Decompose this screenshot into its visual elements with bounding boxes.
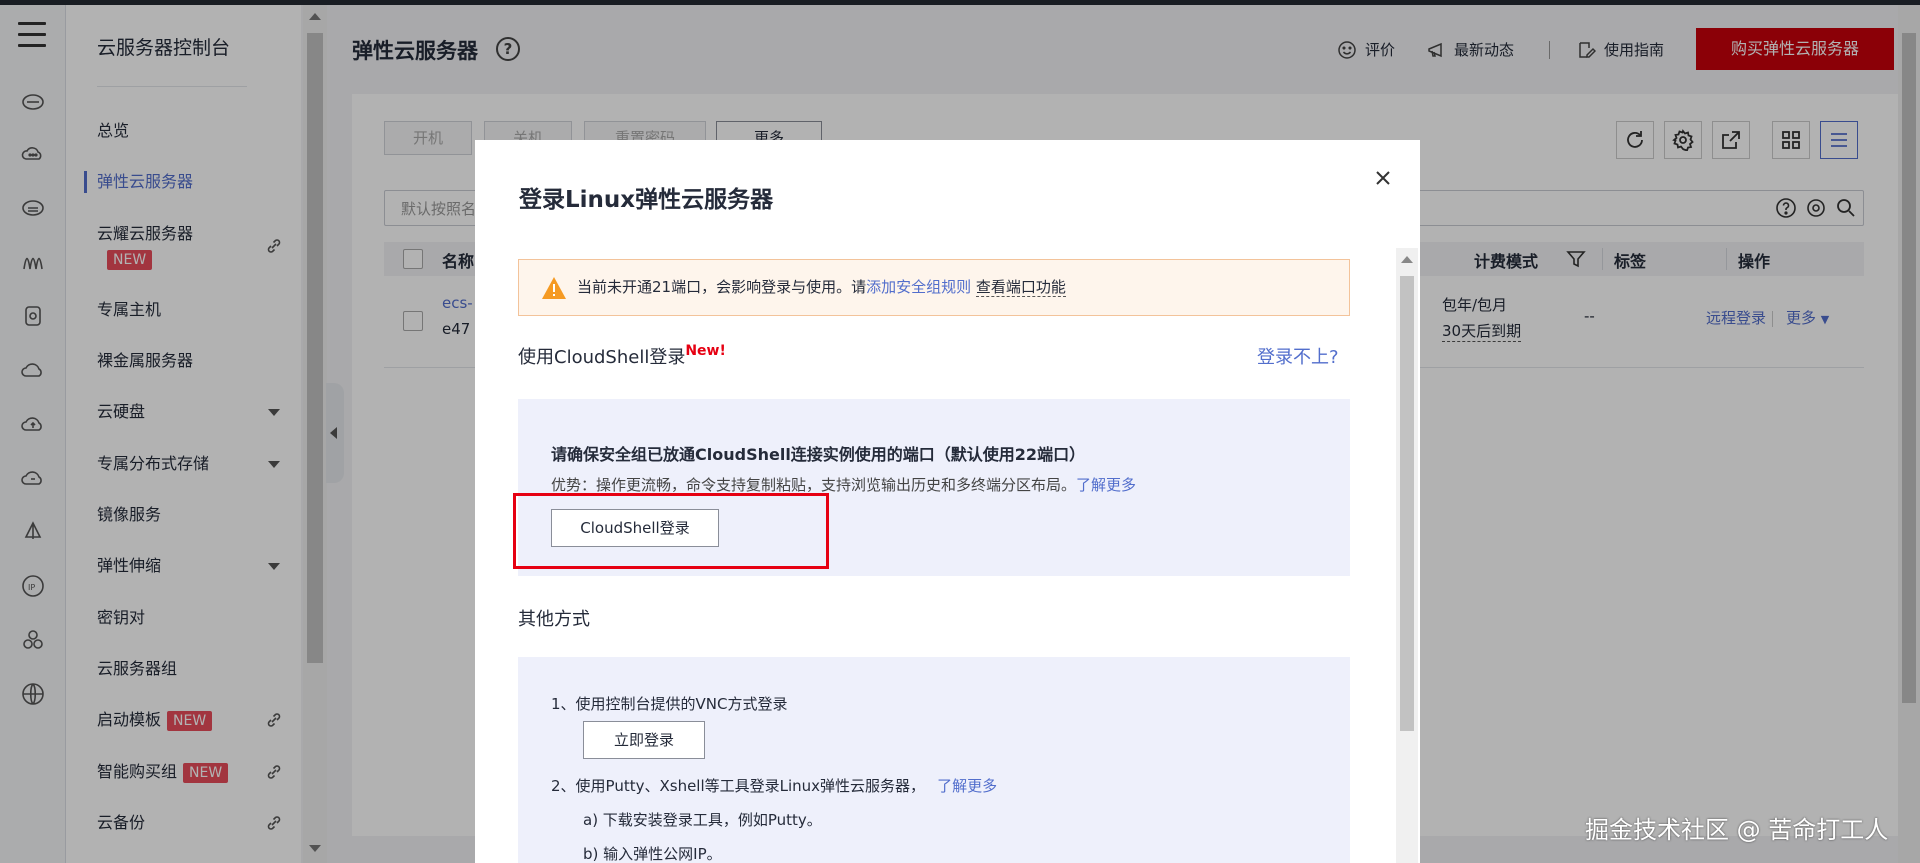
vnc-login-button[interactable]: 立即登录 — [583, 721, 705, 759]
new-tag: New! — [685, 343, 726, 359]
port-warning-banner: 当前未开通21端口，会影响登录与使用。请添加安全组规则 查看端口功能 — [518, 259, 1350, 316]
learn-more-link[interactable]: 了解更多 — [937, 777, 997, 795]
cloudshell-advantages: 优势：操作更流畅，命令支持复制粘贴，支持浏览输出历史和多终端分区布局。了解更多 — [551, 474, 1136, 495]
modal-title: 登录Linux弹性云服务器 — [519, 187, 774, 213]
cloudshell-port-notice: 请确保安全组已放通CloudShell连接实例使用的端口（默认使用22端口） — [551, 445, 1086, 464]
step-b-text: b) 输入弹性公网IP。 — [583, 845, 722, 863]
scrollbar-thumb[interactable] — [1400, 276, 1414, 731]
advantages-text: 优势：操作更流畅，命令支持复制粘贴，支持浏览输出历史和多终端分区布局。 — [551, 476, 1077, 494]
warning-triangle-icon — [542, 277, 566, 299]
learn-more-link[interactable]: 了解更多 — [1076, 476, 1136, 494]
scroll-up-arrow-icon[interactable] — [1401, 256, 1413, 263]
other-methods-title: 其他方式 — [518, 609, 590, 630]
close-icon[interactable] — [1373, 168, 1393, 188]
view-port-function-link[interactable]: 查看端口功能 — [975, 278, 1066, 297]
cant-login-link[interactable]: 登录不上? — [1257, 343, 1339, 369]
other-methods-box: 1、使用控制台提供的VNC方式登录 立即登录 2、使用Putty、Xshell等… — [518, 657, 1350, 863]
modal-scrollbar[interactable] — [1396, 248, 1418, 863]
cloudshell-section-title: 使用CloudShell登录New! — [518, 343, 726, 369]
step-a-text: a) 下载安装登录工具，例如Putty。 — [583, 811, 822, 829]
cloudshell-title-text: 使用CloudShell登录 — [518, 347, 686, 368]
putty-text: 2、使用Putty、Xshell等工具登录Linux弹性云服务器， — [551, 777, 926, 795]
putty-method-text: 2、使用Putty、Xshell等工具登录Linux弹性云服务器， 了解更多 — [551, 775, 997, 796]
cloudshell-box: 请确保安全组已放通CloudShell连接实例使用的端口（默认使用22端口） 优… — [513, 399, 1350, 576]
vnc-method-text: 1、使用控制台提供的VNC方式登录 — [551, 695, 788, 713]
watermark: 掘金技术社区 @ 苦命打工人 — [1585, 816, 1889, 844]
login-linux-modal: 登录Linux弹性云服务器 当前未开通21端口，会影响登录与使用。请添加安全组规… — [475, 140, 1420, 863]
warning-text: 当前未开通21端口，会影响登录与使用。请 — [577, 278, 867, 296]
highlight-box — [513, 493, 829, 569]
add-security-rule-link[interactable]: 添加安全组规则 — [866, 278, 971, 296]
